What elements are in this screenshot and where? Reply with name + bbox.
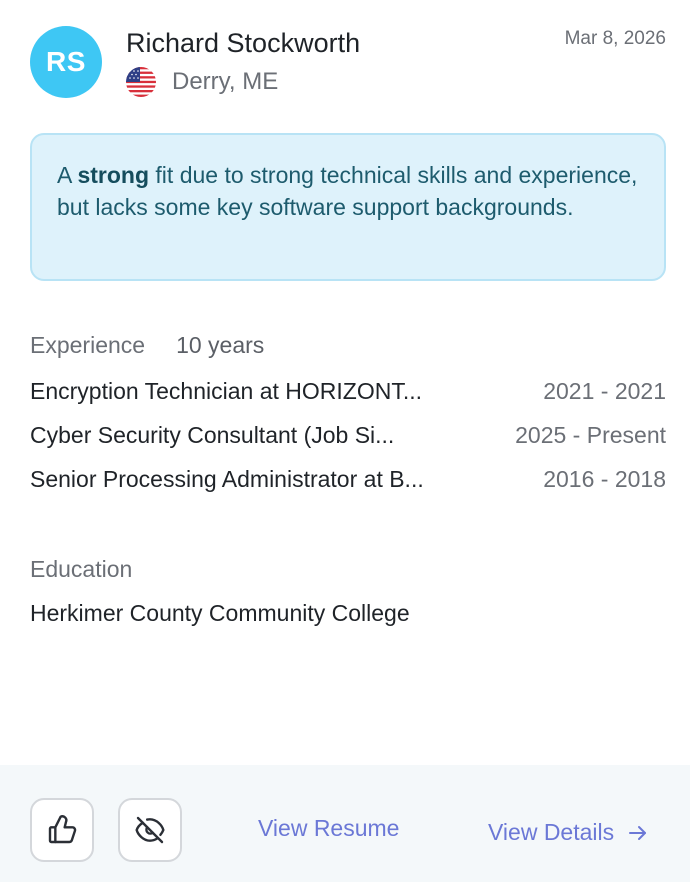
candidate-name: Richard Stockworth bbox=[126, 28, 361, 58]
experience-title: Cyber Security Consultant (Job Si... bbox=[30, 421, 395, 448]
us-flag-icon bbox=[126, 67, 156, 97]
summary-prefix: A bbox=[57, 162, 78, 188]
fit-summary: A strong fit due to strong technical ski… bbox=[30, 133, 666, 281]
experience-item: Encryption Technician at HORIZONT... 202… bbox=[30, 375, 666, 407]
avatar: RS bbox=[30, 26, 102, 98]
eye-off-icon bbox=[135, 816, 165, 844]
hide-button[interactable] bbox=[118, 798, 182, 862]
experience-dates: 2025 - Present bbox=[515, 421, 666, 448]
experience-item: Senior Processing Administrator at B... … bbox=[30, 463, 666, 495]
experience-item: Cyber Security Consultant (Job Si... 202… bbox=[30, 419, 666, 451]
experience-title: Encryption Technician at HORIZONT... bbox=[30, 377, 422, 404]
view-details-link[interactable]: View Details bbox=[488, 819, 650, 846]
candidate-card: RS Richard Stockworth Derry, ME Mar 8, 2… bbox=[0, 0, 690, 882]
candidate-location: Derry, ME bbox=[126, 66, 278, 98]
thumbs-up-icon bbox=[48, 815, 77, 844]
location-text: Derry, ME bbox=[172, 68, 279, 95]
view-details-label: View Details bbox=[488, 819, 615, 845]
education-label: Education bbox=[30, 556, 133, 582]
arrow-right-icon bbox=[626, 821, 650, 845]
card-actions: View Resume View Details bbox=[0, 765, 690, 882]
like-button[interactable] bbox=[30, 798, 94, 862]
summary-strength: strong bbox=[77, 162, 150, 188]
experience-title: Senior Processing Administrator at B... bbox=[30, 465, 424, 492]
education-school: Herkimer County Community College bbox=[30, 600, 410, 626]
view-resume-link[interactable]: View Resume bbox=[258, 815, 399, 842]
experience-dates: 2016 - 2018 bbox=[543, 465, 666, 492]
experience-years: 10 years bbox=[176, 332, 265, 358]
experience-label: Experience bbox=[30, 332, 146, 358]
applied-date: Mar 8, 2026 bbox=[564, 28, 666, 49]
candidate-header: RS Richard Stockworth Derry, ME Mar 8, 2… bbox=[30, 26, 666, 106]
experience-header: Experience 10 years bbox=[30, 332, 264, 359]
experience-dates: 2021 - 2021 bbox=[543, 377, 666, 404]
